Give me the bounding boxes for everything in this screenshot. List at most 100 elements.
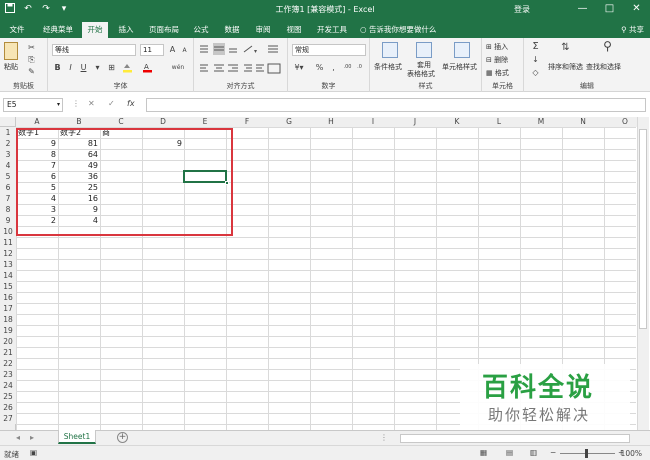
- row-header-27[interactable]: 27: [0, 413, 16, 424]
- row-header-7[interactable]: 7: [0, 193, 16, 204]
- borders-icon[interactable]: ⊞: [106, 62, 117, 73]
- row-header-20[interactable]: 20: [0, 336, 16, 347]
- number-format-select[interactable]: 常规: [292, 44, 366, 56]
- alignment-icons[interactable]: ▾: [198, 43, 284, 77]
- select-all-corner[interactable]: [0, 117, 16, 127]
- row-header-2[interactable]: 2: [0, 138, 16, 149]
- paste-icon[interactable]: [4, 42, 18, 60]
- column-header-i[interactable]: I: [352, 117, 394, 127]
- italic-button[interactable]: I: [65, 62, 76, 73]
- delete-cells-button[interactable]: ⊟ 删除: [486, 55, 508, 65]
- macro-record-icon[interactable]: ▣: [30, 448, 37, 457]
- copy-icon[interactable]: ⎘: [26, 54, 37, 65]
- add-sheet-icon[interactable]: +: [117, 432, 128, 443]
- row-header-1[interactable]: 1: [0, 127, 16, 138]
- tab-page-layout[interactable]: 页面布局: [144, 23, 184, 38]
- row-header-6[interactable]: 6: [0, 182, 16, 193]
- grow-font-icon[interactable]: A: [167, 44, 178, 55]
- row-header-3[interactable]: 3: [0, 149, 16, 160]
- font-size-select[interactable]: 11: [140, 44, 164, 56]
- insert-cells-button[interactable]: ⊞ 插入: [486, 42, 508, 52]
- column-header-e[interactable]: E: [184, 117, 226, 127]
- row-header-26[interactable]: 26: [0, 402, 16, 413]
- cell-styles-button[interactable]: 单元格样式: [442, 62, 477, 72]
- column-header-g[interactable]: G: [268, 117, 310, 127]
- column-header-d[interactable]: D: [142, 117, 184, 127]
- find-select-button[interactable]: 查找和选择: [586, 62, 621, 72]
- find-search-icon[interactable]: ⚲: [602, 40, 613, 52]
- bold-button[interactable]: B: [52, 62, 63, 73]
- customize-icon[interactable]: ▾: [58, 3, 70, 15]
- row-header-25[interactable]: 25: [0, 391, 16, 402]
- tab-developer[interactable]: 开发工具: [312, 23, 352, 38]
- decrease-decimal-icon[interactable]: .0: [354, 62, 365, 73]
- font-name-select[interactable]: 等线: [52, 44, 136, 56]
- format-cells-button[interactable]: ▦ 格式: [486, 68, 509, 78]
- tab-classic-menu[interactable]: 经典菜单: [38, 23, 78, 38]
- zoom-level[interactable]: 100%: [621, 449, 642, 458]
- zoom-slider-thumb[interactable]: [585, 449, 588, 458]
- page-break-view-icon[interactable]: ▥: [530, 448, 537, 457]
- next-sheet-icon[interactable]: ▸: [30, 433, 34, 442]
- tab-insert[interactable]: 插入: [113, 23, 139, 38]
- row-header-22[interactable]: 22: [0, 358, 16, 369]
- row-header-12[interactable]: 12: [0, 248, 16, 259]
- row-header-24[interactable]: 24: [0, 380, 16, 391]
- shrink-font-icon[interactable]: A: [179, 45, 190, 56]
- zoom-out-icon[interactable]: −: [550, 448, 556, 457]
- format-painter-icon[interactable]: ✎: [26, 66, 37, 77]
- column-header-k[interactable]: K: [436, 117, 478, 127]
- row-header-4[interactable]: 4: [0, 160, 16, 171]
- column-header-h[interactable]: H: [310, 117, 352, 127]
- font-color-icon[interactable]: A: [142, 62, 153, 73]
- sort-filter-button[interactable]: 排序和筛选: [548, 62, 583, 72]
- tab-home[interactable]: 开始: [82, 22, 108, 38]
- login-link[interactable]: 登录: [514, 4, 530, 15]
- row-header-14[interactable]: 14: [0, 270, 16, 281]
- tab-data[interactable]: 数据: [219, 23, 245, 38]
- chevron-down-icon[interactable]: ▾: [92, 62, 103, 73]
- column-header-m[interactable]: M: [520, 117, 562, 127]
- format-table-line2[interactable]: 表格格式: [407, 69, 435, 79]
- column-header-b[interactable]: B: [58, 117, 100, 127]
- sheet-tab[interactable]: Sheet1: [58, 430, 96, 444]
- comma-button[interactable]: ,: [328, 62, 339, 73]
- tab-view[interactable]: 视图: [281, 23, 307, 38]
- row-header-8[interactable]: 8: [0, 204, 16, 215]
- prev-sheet-icon[interactable]: ◂: [16, 433, 20, 442]
- sort-filter-icon[interactable]: ⇅: [560, 42, 571, 53]
- conditional-format-button[interactable]: 条件格式: [374, 62, 402, 72]
- row-header-18[interactable]: 18: [0, 314, 16, 325]
- row-header-9[interactable]: 9: [0, 215, 16, 226]
- save-icon[interactable]: [4, 3, 16, 15]
- column-header-a[interactable]: A: [16, 117, 58, 127]
- clear-icon[interactable]: ◇: [530, 67, 541, 78]
- column-header-f[interactable]: F: [226, 117, 268, 127]
- cut-icon[interactable]: ✂: [26, 42, 37, 53]
- column-header-c[interactable]: C: [100, 117, 142, 127]
- row-header-5[interactable]: 5: [0, 171, 16, 182]
- maximize-icon[interactable]: □: [596, 0, 623, 20]
- increase-decimal-icon[interactable]: .00: [342, 62, 353, 73]
- underline-button[interactable]: U: [78, 62, 89, 73]
- column-header-j[interactable]: J: [394, 117, 436, 127]
- tab-formulas[interactable]: 公式: [188, 23, 214, 38]
- conditional-format-icon[interactable]: [382, 42, 398, 58]
- insert-function-icon[interactable]: fx: [127, 99, 135, 108]
- normal-view-icon[interactable]: ▦: [480, 448, 487, 457]
- page-layout-view-icon[interactable]: ▤: [506, 448, 513, 457]
- redo-icon[interactable]: ↷: [40, 3, 52, 15]
- row-header-23[interactable]: 23: [0, 369, 16, 380]
- row-header-21[interactable]: 21: [0, 347, 16, 358]
- minimize-icon[interactable]: —: [569, 0, 596, 20]
- row-header-15[interactable]: 15: [0, 281, 16, 292]
- row-header-16[interactable]: 16: [0, 292, 16, 303]
- paste-button[interactable]: 粘贴: [4, 62, 18, 72]
- row-header-19[interactable]: 19: [0, 325, 16, 336]
- tell-me-box[interactable]: ○ 告诉我你想要做什么: [360, 24, 436, 35]
- tab-file[interactable]: 文件: [4, 23, 30, 38]
- chevron-down-icon[interactable]: ▾: [57, 99, 60, 111]
- share-button[interactable]: ⚲ 共享: [621, 24, 644, 35]
- fill-icon[interactable]: ↓: [530, 54, 541, 65]
- column-header-l[interactable]: L: [478, 117, 520, 127]
